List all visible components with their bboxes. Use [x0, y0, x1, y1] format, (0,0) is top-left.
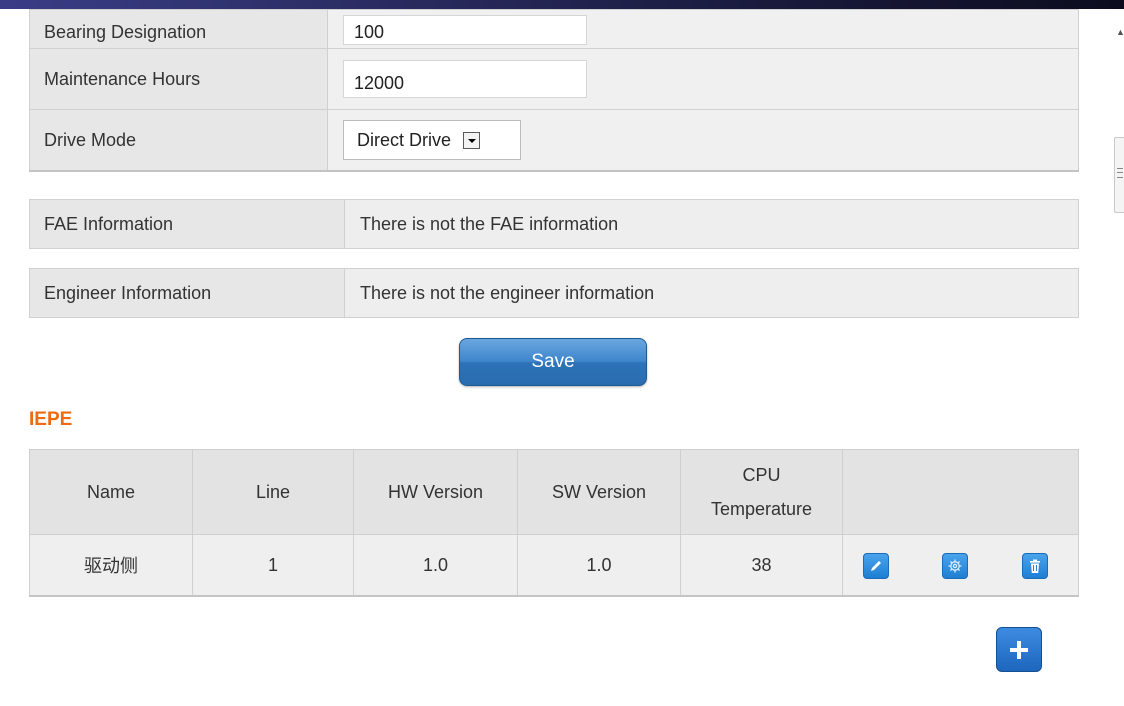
- vertical-scrollbar[interactable]: [1112, 9, 1124, 706]
- add-device-button[interactable]: [996, 627, 1042, 672]
- fae-information-value: There is not the FAE information: [344, 199, 1079, 249]
- engineer-information-label: Engineer Information: [29, 268, 345, 318]
- header-name: Name: [29, 449, 193, 535]
- header-sw-version: SW Version: [517, 449, 681, 535]
- bearing-designation-label: Bearing Designation: [29, 9, 328, 49]
- fae-information-label: FAE Information: [29, 199, 345, 249]
- header-cpu-line2: Temperature: [710, 499, 813, 519]
- cell-name: 驱动侧: [29, 534, 193, 597]
- header-actions: [842, 449, 1079, 535]
- scrollbar-grip-icon: [1117, 168, 1123, 178]
- fae-information-row: FAE Information There is not the FAE inf…: [29, 199, 1079, 249]
- drive-mode-select[interactable]: Direct Drive: [343, 120, 521, 160]
- maintenance-hours-input[interactable]: [343, 60, 587, 98]
- engineer-information-value: There is not the engineer information: [344, 268, 1079, 318]
- maintenance-hours-cell: [327, 48, 1079, 110]
- drive-mode-selected-value: Direct Drive: [357, 129, 452, 150]
- table-row: 驱动侧 1 1.0 1.0 38: [29, 534, 1079, 597]
- cell-hw-version: 1.0: [353, 534, 518, 597]
- section-title-iepe: IEPE: [29, 409, 73, 430]
- maintenance-hours-label: Maintenance Hours: [29, 48, 328, 110]
- scroll-up-arrow-icon[interactable]: ▲: [1116, 27, 1124, 37]
- header-cpu-temperature: CPU Temperature: [680, 449, 843, 535]
- pencil-icon: [871, 561, 881, 571]
- drive-mode-cell: Direct Drive: [327, 109, 1079, 172]
- edit-button[interactable]: [863, 553, 889, 579]
- plus-icon: [1010, 640, 1028, 659]
- bearing-settings-form: Bearing Designation Maintenance Hours Dr…: [29, 9, 1079, 172]
- bearing-designation-cell: [327, 9, 1079, 49]
- gear-icon: [948, 559, 962, 573]
- iepe-device-table: Name Line HW Version SW Version CPU Temp…: [29, 449, 1079, 597]
- dropdown-arrow-icon[interactable]: [463, 131, 481, 149]
- table-header-row: Name Line HW Version SW Version CPU Temp…: [29, 449, 1079, 535]
- delete-button[interactable]: [1022, 553, 1048, 579]
- cell-cpu-temperature: 38: [680, 534, 843, 597]
- drive-mode-label: Drive Mode: [29, 109, 328, 172]
- trash-icon: [1030, 559, 1040, 573]
- window-top-bar: [0, 0, 1124, 9]
- header-line: Line: [192, 449, 354, 535]
- save-button[interactable]: Save: [459, 338, 647, 386]
- bearing-designation-input[interactable]: [343, 15, 587, 45]
- settings-button[interactable]: [942, 553, 968, 579]
- header-hw-version: HW Version: [353, 449, 518, 535]
- header-cpu-line1: CPU: [742, 465, 781, 485]
- cell-line: 1: [192, 534, 354, 597]
- cell-sw-version: 1.0: [517, 534, 681, 597]
- engineer-information-row: Engineer Information There is not the en…: [29, 268, 1079, 318]
